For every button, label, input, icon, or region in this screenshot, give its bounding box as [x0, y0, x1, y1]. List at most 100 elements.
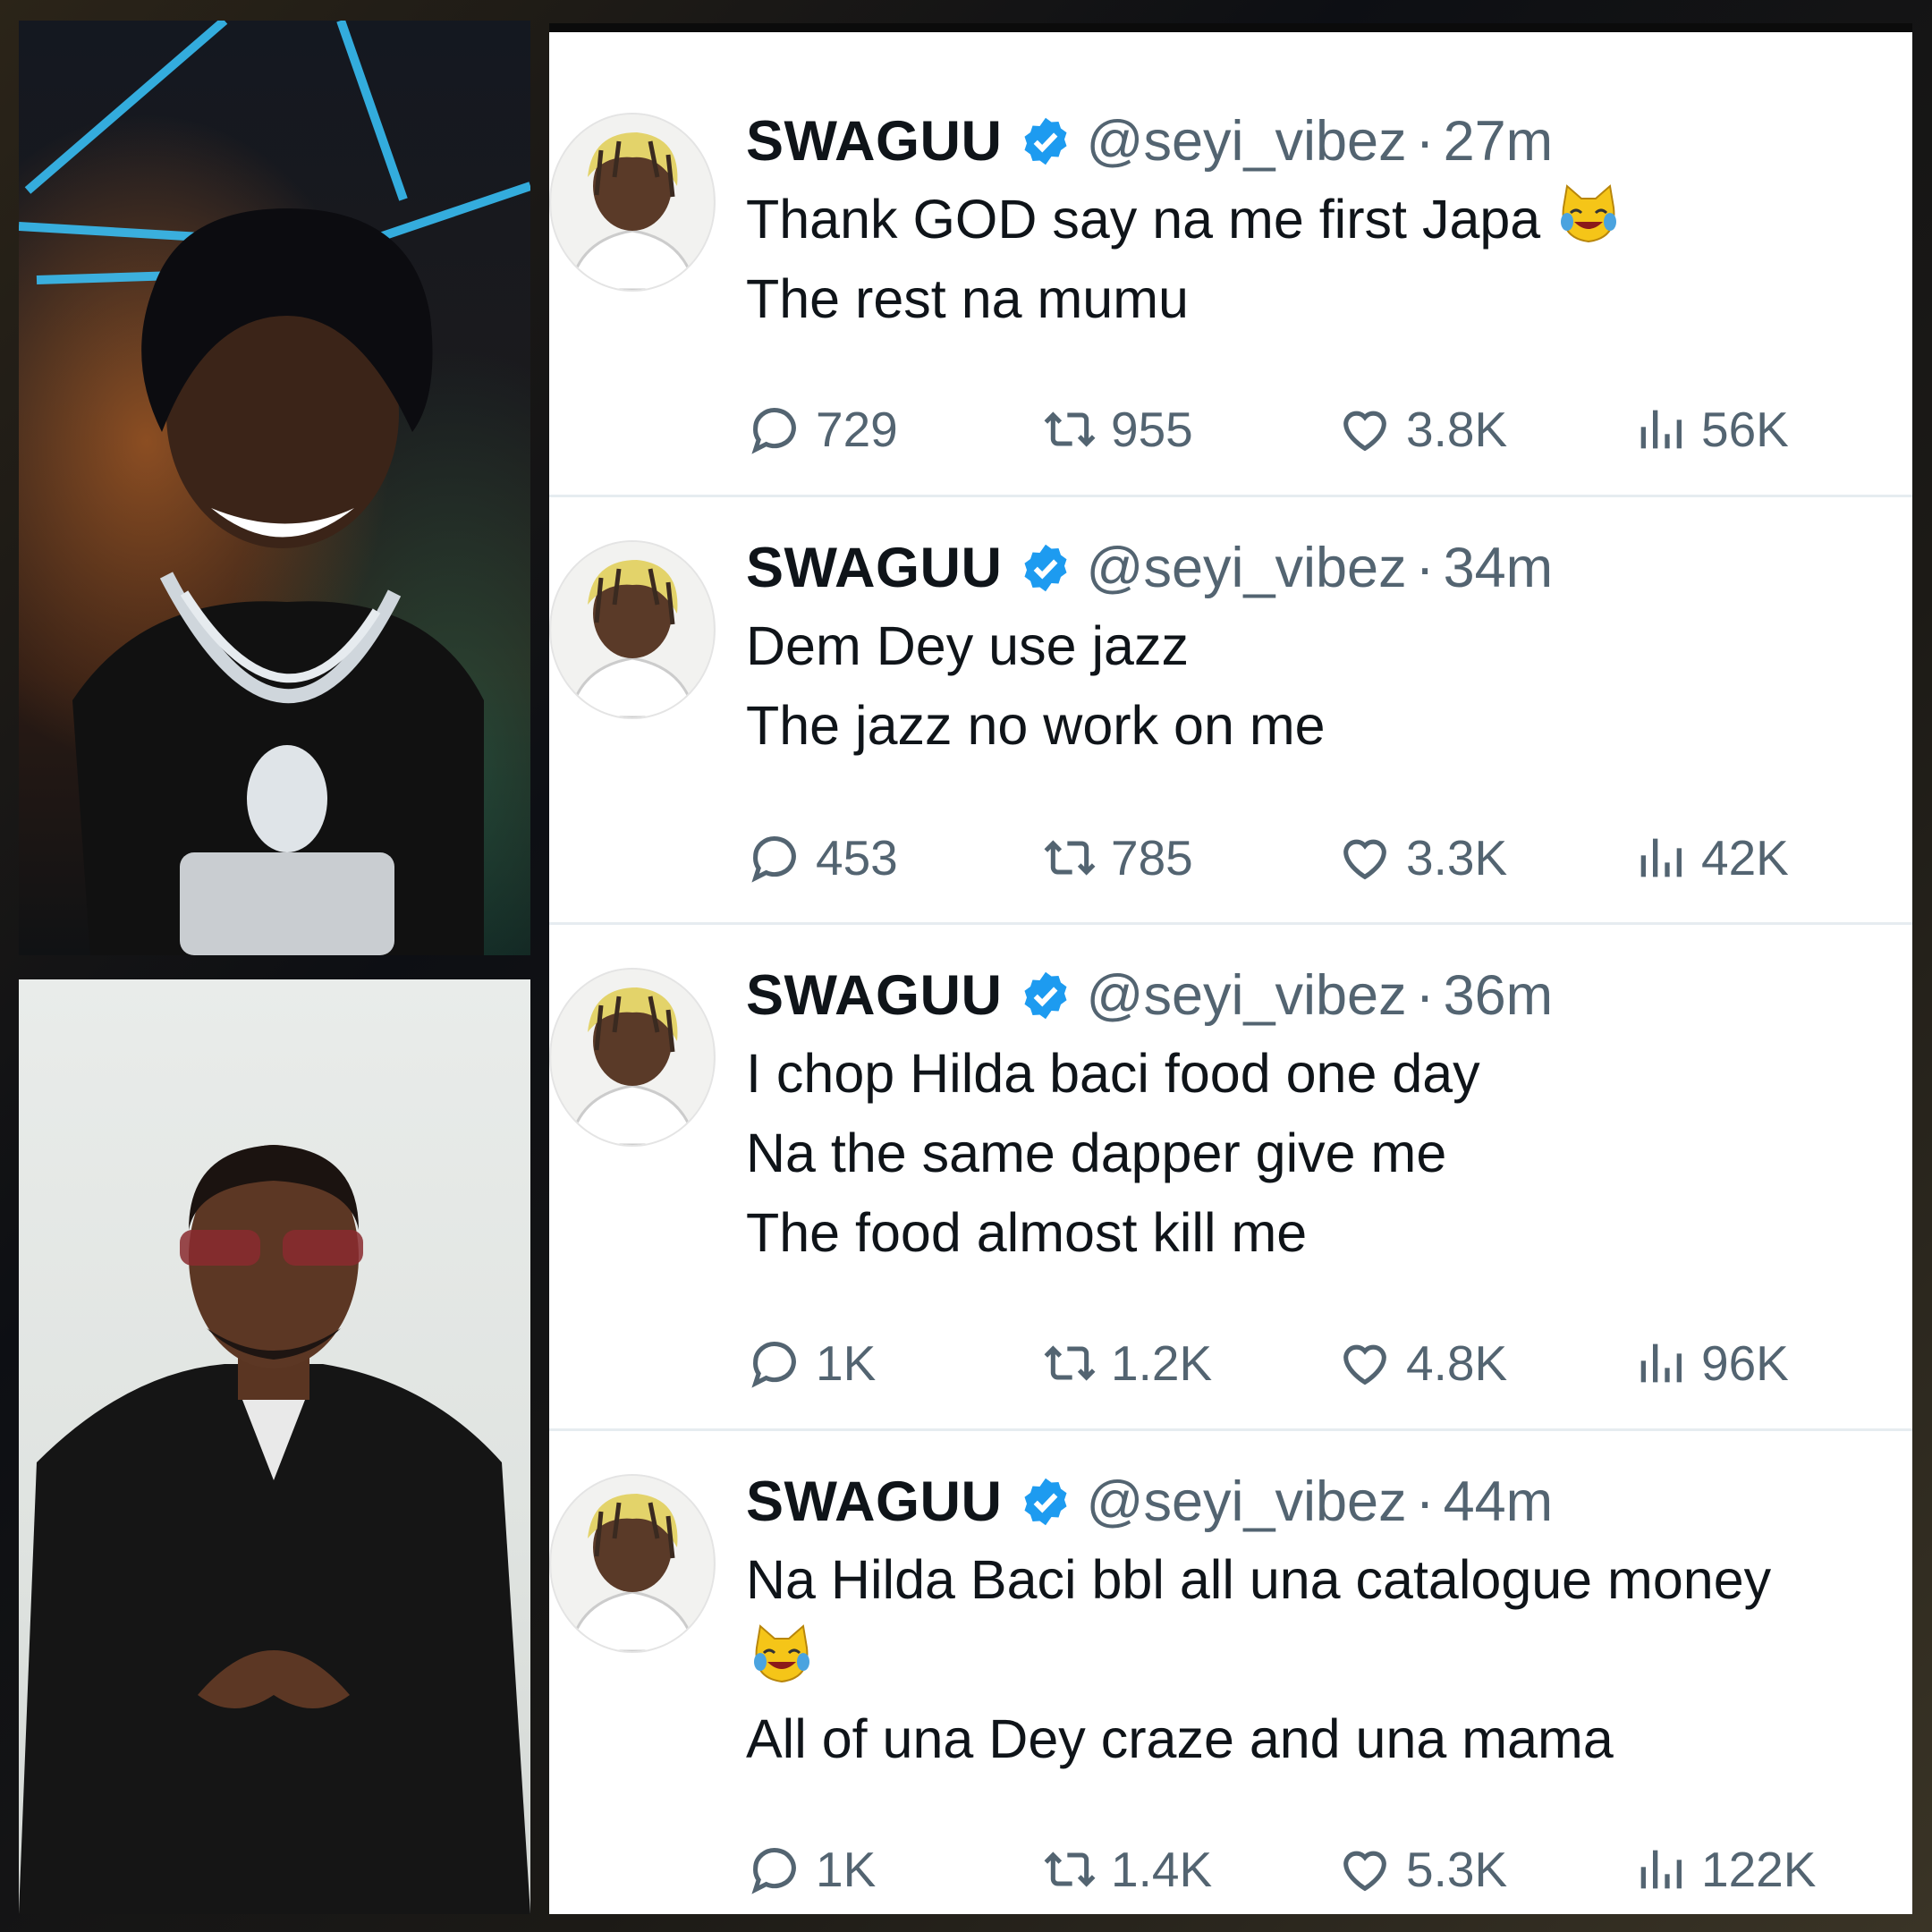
views-button[interactable]: 122K	[1631, 1838, 1816, 1901]
photo-bottom	[19, 979, 530, 1914]
tweet-line: The rest na mumu	[746, 268, 1189, 329]
tweet-text: Thank GOD say na me first Japa The rest …	[746, 180, 1621, 339]
retweet-button[interactable]: 955	[1041, 398, 1193, 461]
tweet-card[interactable]: SWAGUU @seyi_vibez · 44m Na Hilda Baci b…	[549, 1431, 1912, 1914]
like-count: 4.8K	[1406, 1335, 1508, 1391]
views-count: 56K	[1701, 402, 1789, 457]
tweet-text: Na Hilda Baci bbl all una catalogue mone…	[746, 1540, 1771, 1779]
retweet-count: 955	[1111, 402, 1193, 457]
retweet-count: 785	[1111, 830, 1193, 886]
tweet-actions: 729 955 3.8K 56K	[746, 398, 1909, 461]
retweet-icon	[1044, 1852, 1096, 1887]
heart-icon	[1343, 839, 1386, 880]
verified-badge-icon	[1024, 117, 1066, 165]
retweet-button[interactable]: 785	[1041, 826, 1193, 889]
avatar[interactable]	[549, 1474, 716, 1653]
reply-count: 1K	[816, 1842, 877, 1897]
like-button[interactable]: 4.8K	[1336, 1332, 1507, 1394]
retweet-icon	[1044, 840, 1096, 876]
tweet-line: Na the same dapper give me	[746, 1123, 1447, 1183]
views-bar-icon	[1640, 410, 1682, 449]
tweet-actions: 1K 1.2K 4.8K 96K	[746, 1332, 1909, 1394]
separator-dot: ·	[1415, 537, 1435, 599]
views-button[interactable]: 42K	[1631, 826, 1789, 889]
display-name[interactable]: SWAGUU	[746, 963, 1003, 1028]
views-bar-icon	[1640, 1343, 1682, 1383]
timestamp[interactable]: 44m	[1444, 1470, 1554, 1534]
retweet-button[interactable]: 1.4K	[1041, 1838, 1212, 1901]
display-name[interactable]: SWAGUU	[746, 536, 1003, 600]
timestamp[interactable]: 36m	[1444, 963, 1554, 1028]
tweet-header: SWAGUU @seyi_vibez · 36m	[746, 964, 1553, 1027]
heart-icon	[1343, 1851, 1386, 1892]
tweet-line: Na Hilda Baci bbl all una catalogue mone…	[746, 1549, 1772, 1610]
verified-badge-icon	[1024, 971, 1066, 1020]
retweet-button[interactable]: 1.2K	[1041, 1332, 1212, 1394]
separator-dot: ·	[1415, 110, 1435, 173]
reply-bubble-icon	[751, 408, 796, 454]
heart-icon	[1343, 1344, 1386, 1385]
tweet-line: The jazz no work on me	[746, 695, 1326, 756]
tweet-card[interactable]: SWAGUU @seyi_vibez · 27m Thank GOD say n…	[549, 32, 1912, 497]
retweet-count: 1.4K	[1111, 1842, 1213, 1897]
tweet-line: Dem Dey use jazz	[746, 615, 1189, 676]
like-button[interactable]: 3.3K	[1336, 826, 1507, 889]
photo-top	[19, 21, 530, 955]
reply-bubble-icon	[751, 836, 796, 883]
cat-tears-of-joy-emoji	[1556, 182, 1621, 247]
tweet-line: I chop Hilda baci food one day	[746, 1043, 1480, 1104]
like-count: 3.3K	[1406, 830, 1508, 886]
views-count: 42K	[1701, 830, 1789, 886]
like-button[interactable]: 5.3K	[1336, 1838, 1507, 1901]
separator-dot: ·	[1415, 1470, 1435, 1533]
tweet-line: All of una Dey craze and una mama	[746, 1708, 1614, 1769]
tweet-header: SWAGUU @seyi_vibez · 27m	[746, 110, 1553, 173]
handle[interactable]: @seyi_vibez	[1087, 109, 1407, 174]
display-name[interactable]: SWAGUU	[746, 109, 1003, 174]
avatar[interactable]	[549, 113, 716, 292]
reply-count: 1K	[816, 1335, 877, 1391]
verified-badge-icon	[1024, 1478, 1066, 1526]
views-count: 96K	[1701, 1335, 1789, 1391]
tweet-actions: 453 785 3.3K 42K	[746, 826, 1909, 889]
views-bar-icon	[1640, 1850, 1682, 1889]
reply-count: 729	[816, 402, 898, 457]
tweet-actions: 1K 1.4K 5.3K 122K	[746, 1838, 1909, 1901]
tweet-header: SWAGUU @seyi_vibez · 34m	[746, 537, 1553, 599]
reply-button[interactable]: 453	[746, 826, 898, 889]
display-name[interactable]: SWAGUU	[746, 1470, 1003, 1534]
avatar[interactable]	[549, 540, 716, 719]
heart-icon	[1343, 411, 1386, 452]
tweet-card[interactable]: SWAGUU @seyi_vibez · 36m I chop Hilda ba…	[549, 925, 1912, 1431]
reply-button[interactable]: 729	[746, 398, 898, 461]
like-count: 3.8K	[1406, 402, 1508, 457]
separator-dot: ·	[1415, 964, 1435, 1027]
cat-tears-of-joy-emoji	[750, 1623, 814, 1687]
retweet-icon	[1044, 1345, 1096, 1381]
tweet-card[interactable]: SWAGUU @seyi_vibez · 34m Dem Dey use jaz…	[549, 497, 1912, 925]
handle[interactable]: @seyi_vibez	[1087, 1470, 1407, 1534]
like-count: 5.3K	[1406, 1842, 1508, 1897]
retweet-count: 1.2K	[1111, 1335, 1213, 1391]
tweet-text: Dem Dey use jazz The jazz no work on me	[746, 606, 1326, 766]
tweet-header: SWAGUU @seyi_vibez · 44m	[746, 1470, 1553, 1533]
tweet-panel: SWAGUU @seyi_vibez · 27m Thank GOD say n…	[549, 23, 1912, 1914]
views-count: 122K	[1701, 1842, 1817, 1897]
reply-bubble-icon	[751, 1848, 796, 1894]
handle[interactable]: @seyi_vibez	[1087, 963, 1407, 1028]
views-button[interactable]: 56K	[1631, 398, 1789, 461]
like-button[interactable]: 3.8K	[1336, 398, 1507, 461]
tweet-text: I chop Hilda baci food one day Na the sa…	[746, 1034, 1480, 1273]
verified-badge-icon	[1024, 544, 1066, 592]
views-button[interactable]: 96K	[1631, 1332, 1789, 1394]
timestamp[interactable]: 27m	[1444, 109, 1554, 174]
reply-bubble-icon	[751, 1342, 796, 1388]
timestamp[interactable]: 34m	[1444, 536, 1554, 600]
views-bar-icon	[1640, 838, 1682, 877]
tweet-line: The food almost kill me	[746, 1202, 1308, 1263]
reply-count: 453	[816, 830, 898, 886]
reply-button[interactable]: 1K	[746, 1838, 876, 1901]
reply-button[interactable]: 1K	[746, 1332, 876, 1394]
avatar[interactable]	[549, 968, 716, 1147]
handle[interactable]: @seyi_vibez	[1087, 536, 1407, 600]
